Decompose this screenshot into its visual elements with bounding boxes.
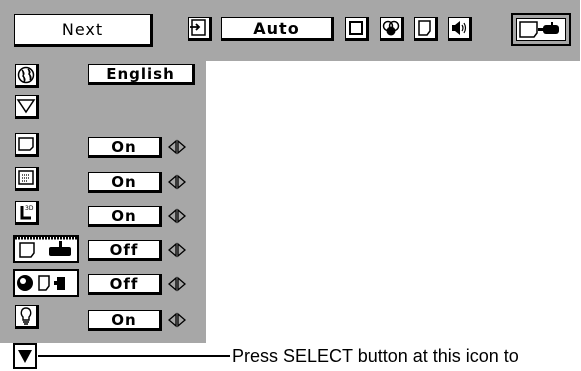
input-icon[interactable] <box>188 17 212 41</box>
lamp-icon[interactable] <box>15 305 39 329</box>
language-value[interactable]: English <box>88 64 195 85</box>
setting-tab[interactable] <box>511 13 571 46</box>
globe-icon[interactable] <box>15 64 39 88</box>
lamp-value-text: On <box>111 310 137 329</box>
rear-value[interactable]: Off <box>88 274 162 295</box>
svg-text:3D: 3D <box>25 205 34 212</box>
lamp-arrows-icon[interactable] <box>165 311 189 329</box>
lamp-value[interactable]: On <box>88 310 162 331</box>
logo-value-text: On <box>111 206 137 225</box>
language-value-text: English <box>106 64 175 83</box>
mode-value-box[interactable]: Auto <box>221 17 334 41</box>
instruction-caption: Press SELECT button at this icon to <box>232 346 519 366</box>
image-icon[interactable] <box>414 17 438 41</box>
rear-icon[interactable] <box>13 269 79 297</box>
menu-display-icon[interactable] <box>15 167 39 191</box>
mode-value: Auto <box>253 18 300 38</box>
rear-arrows-icon[interactable] <box>165 275 189 293</box>
menu-display-arrows-icon[interactable] <box>165 173 189 191</box>
ceiling-icon[interactable] <box>13 235 79 263</box>
ceiling-value[interactable]: Off <box>88 240 162 261</box>
rear-value-text: Off <box>109 274 139 293</box>
screen-icon[interactable] <box>345 17 369 41</box>
menu-display-value-text: On <box>111 172 137 191</box>
ceiling-value-text: Off <box>109 240 139 259</box>
next-button[interactable]: Next <box>14 14 153 47</box>
display-icon[interactable] <box>15 133 39 157</box>
setting-icon <box>516 18 566 41</box>
menu-bar: Next Auto <box>0 0 580 61</box>
keystone-icon[interactable] <box>15 95 39 119</box>
color-icon[interactable] <box>380 17 404 41</box>
display-value-text: On <box>111 137 137 156</box>
sound-icon[interactable] <box>448 17 472 41</box>
display-arrows-icon[interactable] <box>165 138 189 156</box>
logo-arrows-icon[interactable] <box>165 207 189 225</box>
display-value[interactable]: On <box>88 137 162 158</box>
logo-value[interactable]: On <box>88 206 162 227</box>
down-arrow-icon[interactable] <box>13 343 37 369</box>
ceiling-arrows-icon[interactable] <box>165 241 189 259</box>
logo-icon[interactable]: 3D <box>15 201 39 225</box>
next-button-label: Next <box>61 20 104 39</box>
menu-display-value[interactable]: On <box>88 172 162 193</box>
callout-line <box>38 355 230 357</box>
